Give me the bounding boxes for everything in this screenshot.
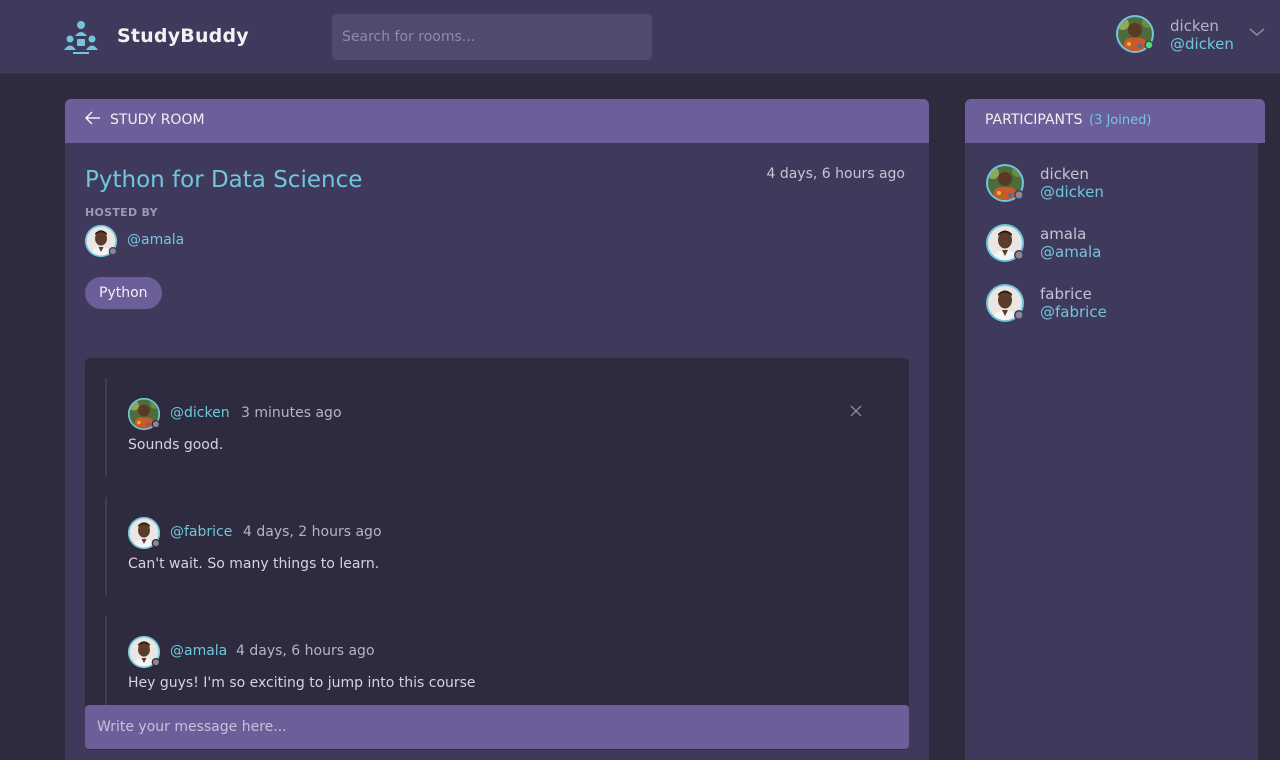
participant-handle[interactable]: @amala	[1040, 243, 1101, 261]
participant-name: amala	[1040, 225, 1087, 243]
participants-count: (3 Joined)	[1089, 113, 1152, 128]
message-thread: @dicken 3 minutes ago Sounds good. @fabr…	[85, 358, 909, 750]
user-avatar[interactable]	[1115, 14, 1155, 54]
message-time: 4 days, 6 hours ago	[236, 643, 375, 659]
message-item: @dicken 3 minutes ago Sounds good.	[105, 378, 885, 476]
studybuddy-logo-icon[interactable]	[63, 20, 99, 54]
message-author[interactable]: @dicken	[170, 405, 230, 421]
study-room-header: STUDY ROOM	[65, 99, 929, 143]
chevron-down-icon[interactable]	[1248, 26, 1266, 38]
back-arrow-icon[interactable]	[84, 110, 102, 126]
participant-avatar[interactable]	[985, 223, 1025, 263]
study-room-panel: STUDY ROOM Python for Data Science 4 day…	[65, 99, 929, 760]
top-navbar: StudyBuddy dicken @dicken	[0, 0, 1280, 74]
user-handle[interactable]: @dicken	[1170, 35, 1234, 53]
message-item: @amala 4 days, 6 hours ago Hey guys! I'm…	[105, 616, 885, 714]
participant-handle[interactable]: @fabrice	[1040, 303, 1107, 321]
participants-panel: PARTICIPANTS (3 Joined) dicken @dicken a…	[965, 99, 1265, 760]
delete-message-icon[interactable]	[850, 405, 862, 417]
message-author[interactable]: @fabrice	[170, 524, 232, 540]
hosted-by-label: HOSTED BY	[85, 206, 158, 219]
host-avatar[interactable]	[84, 224, 118, 258]
room-title: Python for Data Science	[85, 167, 363, 193]
message-item: @fabrice 4 days, 2 hours ago Can't wait.…	[105, 497, 885, 595]
message-text: Hey guys! I'm so exciting to jump into t…	[128, 675, 476, 691]
user-name[interactable]: dicken	[1170, 17, 1219, 35]
study-room-label: STUDY ROOM	[110, 112, 205, 128]
participants-header: PARTICIPANTS (3 Joined)	[965, 99, 1265, 143]
message-text: Can't wait. So many things to learn.	[128, 556, 380, 572]
message-avatar[interactable]	[127, 516, 161, 550]
brand-name[interactable]: StudyBuddy	[117, 25, 249, 47]
search-input[interactable]	[332, 14, 652, 60]
panel-edge	[1258, 143, 1265, 760]
participants-title: PARTICIPANTS	[985, 112, 1083, 128]
participant-name: fabrice	[1040, 285, 1092, 303]
message-time: 4 days, 2 hours ago	[243, 524, 382, 540]
message-time: 3 minutes ago	[241, 405, 342, 421]
message-text: Sounds good.	[128, 437, 224, 453]
topic-chip[interactable]: Python	[85, 277, 162, 309]
message-avatar[interactable]	[127, 635, 161, 669]
participant-handle[interactable]: @dicken	[1040, 183, 1104, 201]
host-handle[interactable]: @amala	[127, 232, 184, 248]
participant-name: dicken	[1040, 165, 1089, 183]
message-input[interactable]	[85, 705, 909, 749]
message-author[interactable]: @amala	[170, 643, 227, 659]
message-avatar[interactable]	[127, 397, 161, 431]
participant-avatar[interactable]	[985, 283, 1025, 323]
online-status-dot	[1145, 41, 1153, 49]
participant-avatar[interactable]	[985, 163, 1025, 203]
room-created-time: 4 days, 6 hours ago	[766, 166, 905, 182]
